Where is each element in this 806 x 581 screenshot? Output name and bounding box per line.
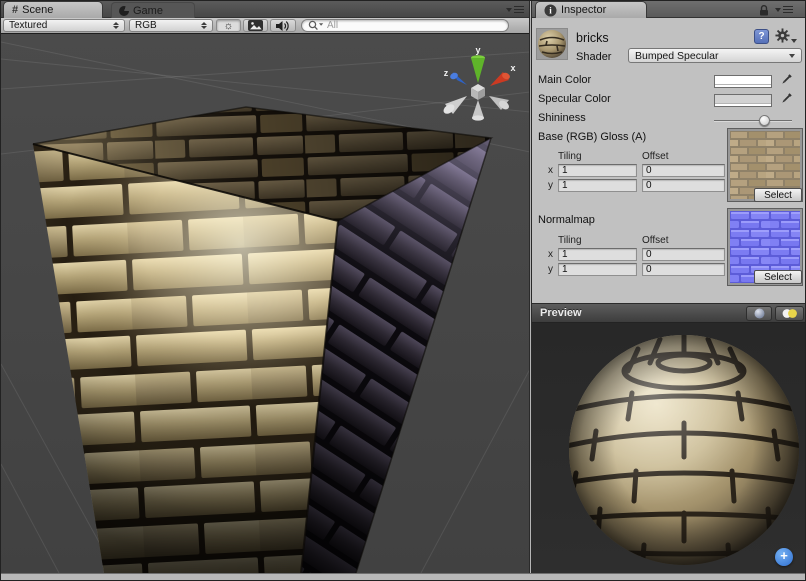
info-icon: i bbox=[544, 4, 557, 17]
main-color-swatch[interactable] bbox=[714, 75, 772, 88]
tab-inspector-label: Inspector bbox=[561, 4, 606, 16]
tab-scene-label: Scene bbox=[22, 4, 53, 16]
normal-offset-x-input[interactable] bbox=[642, 248, 725, 261]
specular-color-swatch[interactable] bbox=[714, 94, 772, 107]
draw-mode-dropdown[interactable]: Textured bbox=[3, 19, 125, 32]
sphere-icon bbox=[754, 308, 765, 319]
shader-label: Shader bbox=[576, 51, 611, 63]
add-button[interactable]: + bbox=[775, 548, 793, 566]
scene-viewport[interactable]: y z x bbox=[1, 34, 530, 573]
tab-inspector[interactable]: i Inspector bbox=[535, 1, 647, 18]
axis-z-label: z bbox=[444, 68, 449, 78]
normal-offset-header: Offset bbox=[642, 235, 669, 246]
normal-x-label: x bbox=[548, 249, 553, 260]
search-icon bbox=[308, 20, 324, 31]
normal-y-label: y bbox=[548, 264, 553, 275]
normal-select-button[interactable]: Select bbox=[754, 270, 802, 284]
game-icon bbox=[119, 6, 129, 16]
normal-map-label: Normalmap bbox=[538, 214, 595, 226]
axis-neg-y-cone[interactable] bbox=[472, 100, 484, 118]
material-name: bricks bbox=[576, 31, 609, 45]
base-map-label: Base (RGB) Gloss (A) bbox=[538, 131, 646, 143]
lights-icon bbox=[781, 308, 798, 319]
eyedropper-icon[interactable] bbox=[779, 73, 793, 87]
inspector-panel: i Inspector bbox=[531, 1, 806, 573]
material-thumbnail[interactable] bbox=[536, 28, 568, 60]
normal-tiling-header: Tiling bbox=[558, 235, 582, 246]
audio-toggle-button[interactable] bbox=[270, 19, 296, 32]
scene-grid-icon: # bbox=[12, 4, 18, 16]
normal-tiling-y-input[interactable] bbox=[558, 263, 637, 276]
inspector-tabstrip: i Inspector bbox=[532, 1, 806, 18]
axis-y-cone[interactable] bbox=[471, 58, 485, 83]
preview-lighting-button[interactable] bbox=[775, 306, 804, 321]
base-x-label: x bbox=[548, 165, 553, 176]
base-tiling-header: Tiling bbox=[558, 151, 582, 162]
tab-scene[interactable]: # Scene bbox=[3, 1, 103, 18]
shininess-slider[interactable] bbox=[714, 120, 792, 122]
plus-icon: + bbox=[780, 548, 788, 563]
preview-area[interactable]: + bbox=[532, 323, 806, 573]
preview-sphere bbox=[532, 323, 806, 573]
eyedropper-icon[interactable] bbox=[779, 92, 793, 106]
brick-cube[interactable] bbox=[33, 107, 491, 573]
scene-search-field[interactable] bbox=[301, 19, 509, 32]
base-offset-x-input[interactable] bbox=[642, 164, 725, 177]
preview-title: Preview bbox=[540, 307, 582, 319]
preview-header[interactable]: Preview bbox=[532, 303, 806, 323]
inspector-body: bricks ? bbox=[532, 18, 806, 303]
preview-shape-button[interactable] bbox=[746, 306, 772, 321]
axis-x-label: x bbox=[510, 63, 515, 73]
scene-search-input[interactable] bbox=[327, 20, 487, 31]
scene-tabstrip: # Scene Game bbox=[1, 1, 530, 18]
scene-panel-menu-icon[interactable] bbox=[506, 6, 524, 13]
lighting-toggle-button[interactable]: ☼ bbox=[216, 19, 241, 32]
inspector-panel-menu-icon[interactable] bbox=[775, 6, 793, 13]
specular-color-label: Specular Color bbox=[538, 93, 611, 105]
render-mode-dropdown[interactable]: RGB bbox=[129, 19, 213, 32]
base-tiling-x-input[interactable] bbox=[558, 164, 637, 177]
unity-editor-window: # Scene Game Textured RGB ☼ bbox=[0, 0, 806, 581]
shader-dropdown[interactable]: Bumped Specular bbox=[628, 48, 802, 63]
normal-offset-y-input[interactable] bbox=[642, 263, 725, 276]
normal-tiling-x-input[interactable] bbox=[558, 248, 637, 261]
image-icon bbox=[248, 20, 263, 31]
shininess-label: Shininess bbox=[538, 112, 586, 124]
main-color-label: Main Color bbox=[538, 74, 591, 86]
scene-toolbar: Textured RGB ☼ bbox=[1, 18, 530, 34]
window-bottom-strip bbox=[1, 573, 806, 581]
updown-arrows-icon bbox=[201, 22, 207, 29]
base-y-label: y bbox=[548, 180, 553, 191]
base-offset-y-input[interactable] bbox=[642, 179, 725, 192]
base-tiling-y-input[interactable] bbox=[558, 179, 637, 192]
tab-game-label: Game bbox=[133, 5, 163, 17]
gear-icon[interactable] bbox=[775, 28, 797, 43]
base-offset-header: Offset bbox=[642, 151, 669, 162]
help-icon[interactable]: ? bbox=[754, 29, 769, 44]
chevron-down-icon bbox=[789, 54, 795, 58]
axis-y-label: y bbox=[475, 45, 480, 55]
skybox-toggle-button[interactable] bbox=[243, 19, 268, 32]
shininess-knob[interactable] bbox=[759, 115, 770, 126]
speaker-icon bbox=[275, 20, 291, 32]
tab-game[interactable]: Game bbox=[111, 2, 195, 18]
updown-arrows-icon bbox=[113, 22, 119, 29]
sun-icon: ☼ bbox=[223, 21, 233, 31]
base-select-button[interactable]: Select bbox=[754, 188, 802, 202]
